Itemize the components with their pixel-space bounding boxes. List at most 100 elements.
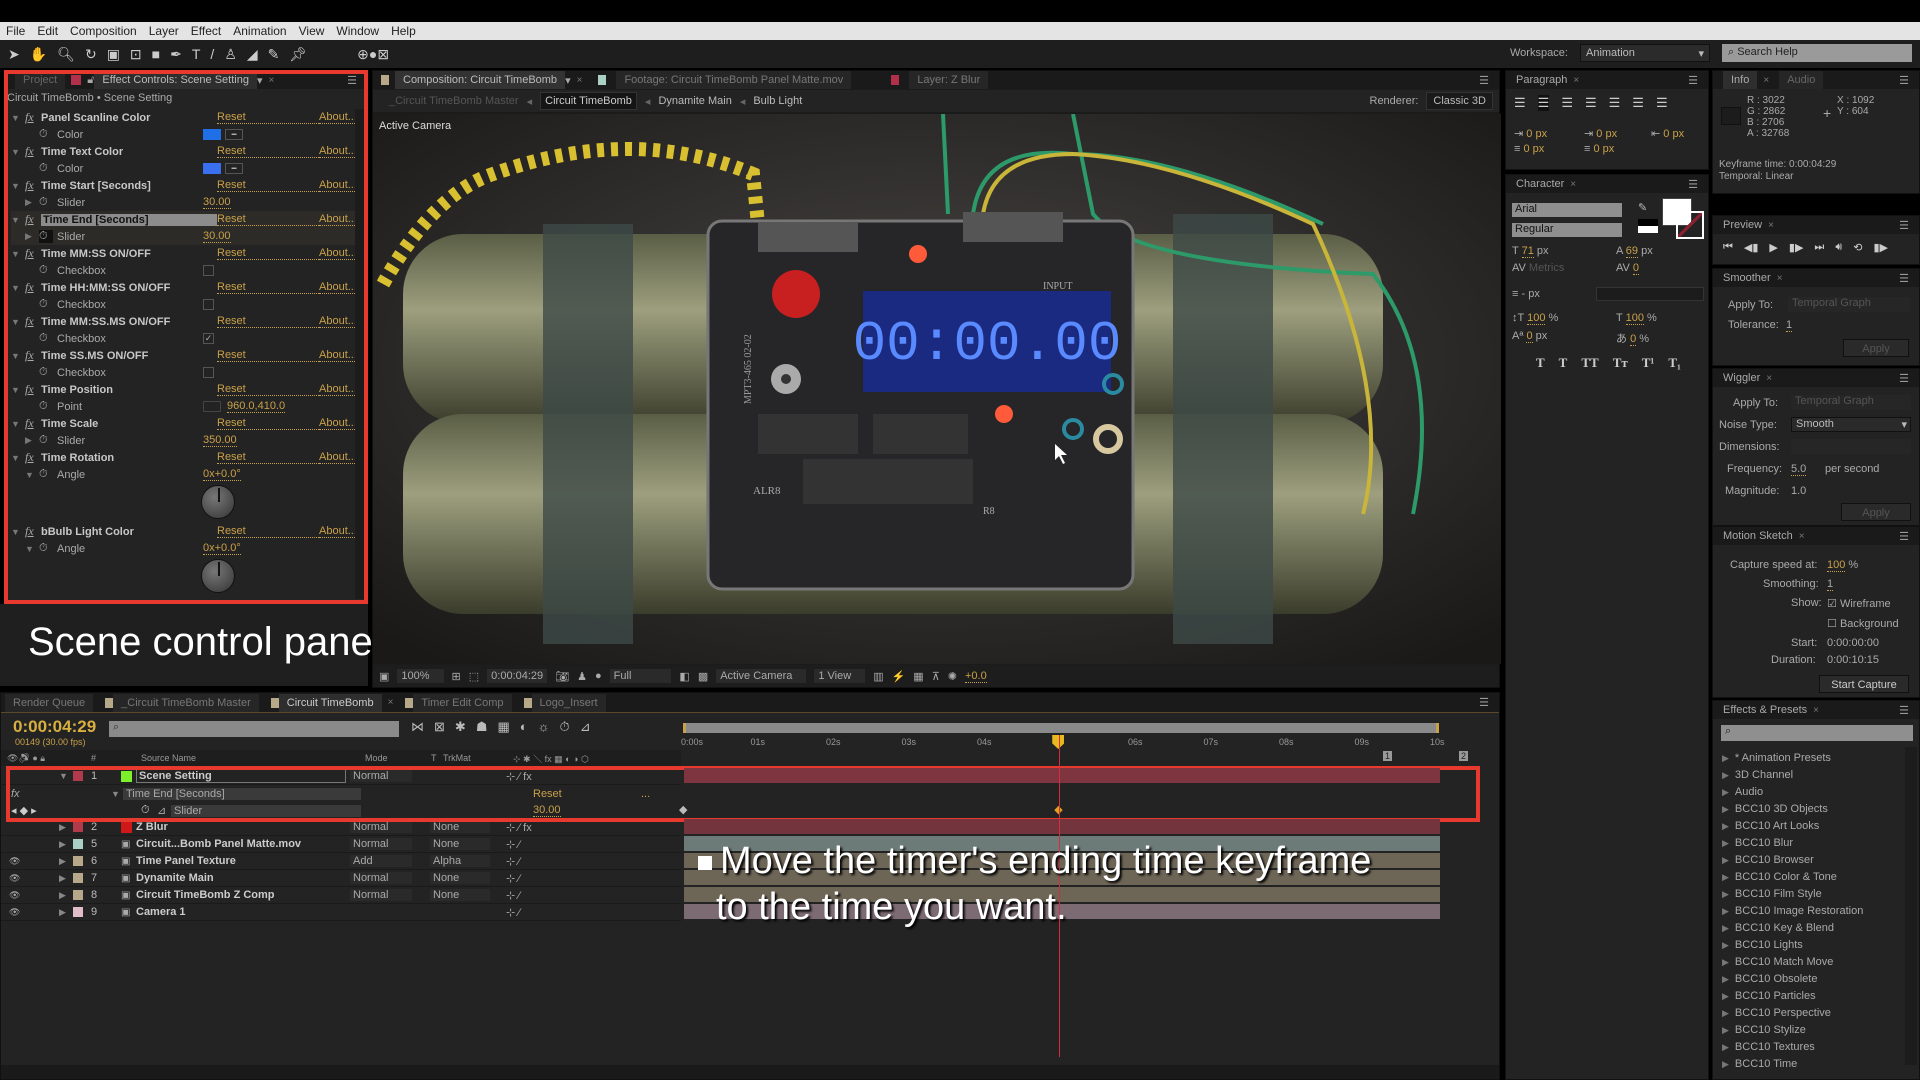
time-ruler[interactable]: 0:00s 01s 02s 03s 04s 06s 07s 08s 09s 10s 1 2 [681,719,1483,767]
fast-preview-icon[interactable]: ◧ [679,670,689,683]
effects-category[interactable]: ▶ BCC10 Browser [1722,854,1814,866]
effects-category[interactable]: ▶ BCC10 Lights [1722,939,1803,951]
layer-name[interactable]: Time Panel Texture [136,855,346,867]
region-of-interest-icon[interactable]: ⬚ [469,670,479,683]
effects-category[interactable]: ▶ BCC10 3D Objects [1722,803,1828,815]
layer-name[interactable]: Circuit...Bomb Panel Matte.mov [136,838,346,850]
menu-animation[interactable]: Animation [227,24,292,38]
wiggler-apply-to-select[interactable]: Temporal Graph [1791,395,1911,410]
audio-icon[interactable]: 🔊︎ [1835,241,1842,254]
layer-duration-bar[interactable] [684,768,1440,783]
pen-tool-icon[interactable]: ✒ [170,46,182,63]
flowchart-icon[interactable]: ⊼ [932,670,940,683]
column-trkmat[interactable]: TrkMat [443,753,513,763]
effects-category[interactable]: ▶ BCC10 Image Restoration [1722,905,1863,917]
menu-window[interactable]: Window [330,24,385,38]
timeline-tab[interactable]: Timer Edit Comp [413,693,512,712]
tracking-value[interactable]: 0 [1632,262,1640,275]
label-color[interactable] [73,822,83,832]
align-center-icon[interactable]: ☰ [1537,95,1550,111]
layer-switches-icon[interactable]: ⊹ ∕ [506,872,520,885]
effects-category[interactable]: ▶ BCC10 Stylize [1722,1024,1806,1036]
show-snapshot-icon[interactable]: ♟ [577,670,587,683]
magnification-select[interactable]: 100% [397,669,444,683]
timeline-tab[interactable]: Circuit TimeBomb [278,693,382,712]
toggle-pixel-aspect-icon[interactable]: ▥ [873,670,883,683]
pan-behind-tool-icon[interactable]: ⊡ [130,46,142,63]
current-time-field[interactable]: 0:00:04:29 [487,669,548,683]
breadcrumb-item[interactable]: Dynamite Main [658,95,731,107]
menu-layer[interactable]: Layer [143,24,185,38]
menu-edit[interactable]: Edit [31,24,64,38]
close-icon[interactable]: × [1813,705,1819,716]
timeline-tab[interactable]: Render Queue [5,693,94,712]
trkmat-select[interactable]: None [430,821,490,833]
channel-icon[interactable]: ● [595,670,602,682]
font-family-select[interactable]: Arial [1512,203,1622,217]
visibility-icon[interactable]: 👁︎ [1,873,59,884]
effects-category[interactable]: ▶ BCC10 Match Move [1722,956,1833,968]
layer-name[interactable]: Camera 1 [136,906,346,918]
draft-3d-icon[interactable]: ⊠ [434,719,445,735]
stopwatch-icon[interactable]: ⏱︎ [560,719,570,735]
effects-category[interactable]: ▶ BCC10 Blur [1722,837,1793,849]
layer-row[interactable]: 👁︎ ▶ 7 ▣ Dynamite Main Normal None ⊹ ∕ [1,870,681,887]
text-style-button[interactable]: TT [1581,355,1598,371]
mode-select[interactable]: Add [350,855,412,867]
effects-category[interactable]: ▶ BCC10 Particles [1722,990,1816,1002]
label-color[interactable] [73,890,83,900]
magnitude-value[interactable]: 1.0 [1791,485,1806,497]
camera-view-select[interactable]: Active Camera [716,669,807,683]
text-style-button[interactable]: T [1536,355,1545,371]
stroke-width-value[interactable]: - px [1521,288,1539,300]
panel-menu-icon[interactable]: ☰ [1688,178,1698,191]
dimensions-select[interactable] [1791,439,1911,454]
layer-name[interactable]: Circuit TimeBomb Z Comp [136,889,346,901]
mode-select[interactable]: Normal [350,872,412,884]
selection-tool-icon[interactable]: ➤ [8,46,20,63]
font-size-value[interactable]: 71 [1521,245,1534,258]
label-color[interactable] [73,873,83,883]
visibility-icon[interactable]: 👁︎ [1,890,59,901]
noise-type-select[interactable]: Smooth ▾ [1791,417,1911,432]
panel-menu-icon[interactable]: ☰ [1688,74,1698,87]
panel-menu-icon[interactable]: ☰ [1899,272,1909,285]
layer-switches-icon[interactable]: ⊹ ∕ [506,855,520,868]
panel-menu-icon[interactable]: ☰ [1899,219,1909,232]
axis-mode-icon[interactable]: ⊕●⊠ [357,46,389,63]
effects-category[interactable]: ▶ BCC10 Perspective [1722,1007,1831,1019]
eyedropper-icon[interactable]: ✎ [1638,201,1647,214]
capture-speed-value[interactable]: 100 [1827,559,1846,572]
brush-tool-icon[interactable]: / [210,46,214,62]
column-mode[interactable]: Mode [365,753,431,763]
brainstorm-icon[interactable]: ☼ [538,719,550,735]
layer-row[interactable]: 👁︎ ▶ 8 ▣ Circuit TimeBomb Z Comp Normal None ⊹ … [1,887,681,904]
roto-tool-icon[interactable]: ✎ [268,46,280,63]
visibility-icon[interactable]: 👁︎ [1,907,59,918]
label-color[interactable] [73,907,83,917]
smoother-apply-to-select[interactable]: Temporal Graph [1788,297,1910,312]
visibility-icon[interactable]: 👁︎ [1,856,59,867]
layer-switches-icon[interactable]: ⊹ ∕ [506,838,520,851]
last-frame-icon[interactable]: ⏭ [1814,241,1824,254]
loop-icon[interactable]: ⟲ [1853,241,1862,254]
comp-marker[interactable]: 1 [1383,751,1393,761]
smoothing-value[interactable]: 1 [1827,578,1834,591]
twirl-icon[interactable]: ▶ [59,873,73,884]
close-icon[interactable]: × [1763,75,1769,86]
twirl-icon[interactable]: ▶ [59,856,73,867]
keyframe-icon[interactable]: ◆ [679,803,687,816]
justify-last-right-icon[interactable]: ☰ [1632,95,1644,111]
first-frame-icon[interactable]: ⏮ [1723,241,1733,254]
rotate-tool-icon[interactable]: ↻ [85,46,97,63]
effects-category[interactable]: ▶ BCC10 Obsolete [1722,973,1817,985]
vertical-scale-value[interactable]: 100 [1527,312,1546,325]
effects-category[interactable]: ▶ * Animation Presets [1722,752,1831,764]
fast-previews-icon[interactable]: ⚡ [892,670,906,683]
timeline-tab[interactable]: Logo_Insert [531,693,606,712]
exposure-icon[interactable]: ✺ [948,670,957,683]
panel-menu-icon[interactable]: ☰ [1899,704,1909,717]
close-icon[interactable]: × [1768,220,1774,231]
text-style-button[interactable]: T₁ [1668,355,1681,371]
effects-category[interactable]: ▶ BCC10 Film Style [1722,888,1822,900]
